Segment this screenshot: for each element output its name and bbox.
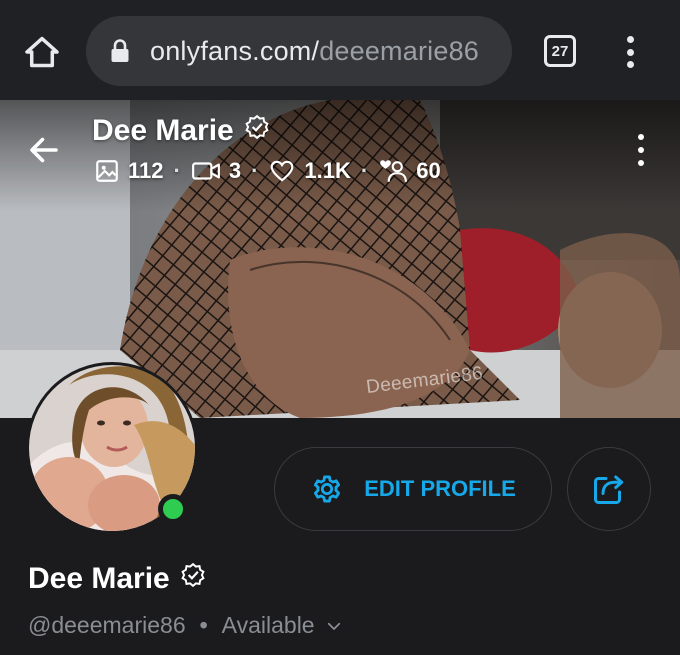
- profile-name: Dee Marie: [28, 562, 170, 595]
- stat-likes: 1.1K: [268, 158, 351, 184]
- likes-count: 1.1K: [304, 158, 351, 183]
- lock-icon: [108, 37, 132, 65]
- availability-dropdown[interactable]: Available: [222, 612, 343, 639]
- stat-separator: ·: [360, 158, 369, 183]
- profile-stats: 112 · 3 · 1.1K · 60: [94, 158, 441, 184]
- address-bar[interactable]: onlyfans.com/deeemarie86: [86, 16, 512, 86]
- image-icon: [96, 160, 118, 182]
- video-icon: [191, 162, 220, 180]
- tab-switcher-button[interactable]: 27: [544, 35, 576, 67]
- edit-profile-label: EDIT PROFILE: [364, 476, 516, 501]
- home-icon: [25, 36, 59, 68]
- stat-videos: 3: [191, 158, 241, 184]
- profile-more-vert-icon[interactable]: [634, 134, 648, 166]
- verified-icon: [180, 562, 206, 596]
- gear-icon: [314, 475, 341, 503]
- profile-name-row: Dee Marie: [28, 562, 206, 596]
- share-icon: [594, 475, 624, 504]
- home-button[interactable]: [20, 30, 64, 74]
- share-button[interactable]: [567, 447, 651, 531]
- fans-count: 60: [416, 158, 441, 183]
- chevron-down-icon: [327, 622, 340, 630]
- header-name: Dee Marie: [92, 114, 234, 147]
- more-vert-icon[interactable]: [616, 32, 644, 72]
- online-status-indicator: [158, 494, 188, 524]
- stat-photos: 112: [94, 158, 164, 184]
- photos-count: 112: [128, 158, 164, 183]
- stat-separator: ·: [251, 158, 259, 183]
- url-text[interactable]: onlyfans.com/deeemarie86: [150, 36, 479, 67]
- header-title: Dee Marie: [92, 114, 270, 148]
- availability-status: Available: [221, 612, 315, 638]
- profile-handle: @deeemarie86: [28, 612, 186, 638]
- verified-icon: [244, 114, 270, 148]
- browser-toolbar: onlyfans.com/deeemarie86 27: [0, 0, 680, 100]
- edit-profile-button[interactable]: EDIT PROFILE: [274, 447, 552, 531]
- back-button[interactable]: [24, 130, 64, 170]
- videos-count: 3: [228, 158, 242, 183]
- url-path: deeemarie86: [319, 35, 479, 66]
- stat-fans: 60: [378, 158, 441, 184]
- heart-icon: [271, 160, 294, 182]
- handle-row: @deeemarie86 • Available: [28, 612, 343, 639]
- stat-separator: ·: [173, 158, 181, 183]
- fans-icon: [380, 160, 408, 182]
- handle-separator: •: [199, 612, 208, 638]
- tab-count: 27: [551, 42, 569, 60]
- url-host: onlyfans.com/: [150, 35, 320, 66]
- back-arrow-icon: [30, 137, 58, 163]
